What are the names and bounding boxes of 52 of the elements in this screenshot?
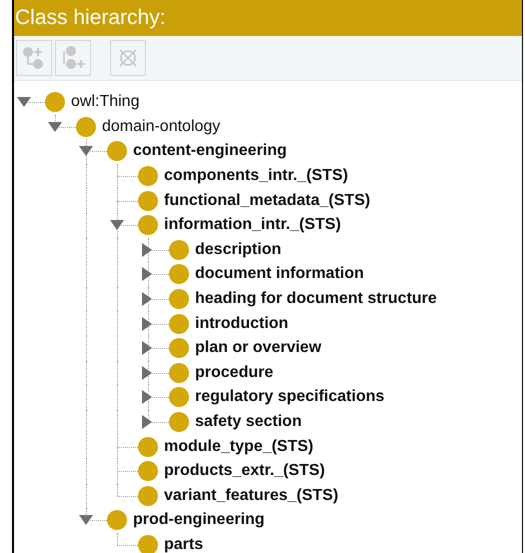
class-label[interactable]: module_type_(STS) — [164, 438, 314, 456]
class-icon — [76, 116, 96, 137]
collapse-toggle-icon[interactable] — [141, 292, 153, 306]
expand-toggle-icon[interactable] — [17, 96, 31, 108]
class-icon — [138, 190, 158, 211]
class-icon — [169, 387, 189, 408]
collapse-toggle-icon[interactable] — [141, 341, 153, 356]
expand-toggle-icon[interactable] — [110, 219, 124, 232]
class-label[interactable]: owl:Thing — [71, 93, 140, 112]
class-label[interactable]: products_extr._(STS) — [164, 462, 325, 480]
class-label[interactable]: introduction — [195, 314, 288, 333]
panel-title: Class hierarchy: — [15, 6, 166, 30]
class-icon — [138, 215, 158, 236]
class-label[interactable]: parts — [164, 536, 204, 553]
collapse-toggle-icon[interactable] — [141, 242, 153, 257]
class-label[interactable]: variant_features_(STS) — [164, 486, 338, 505]
class-icon — [169, 412, 189, 432]
class-label[interactable]: prod-engineering — [133, 511, 265, 530]
class-label[interactable]: domain-ontology — [102, 118, 220, 136]
collapse-toggle-icon[interactable] — [141, 415, 153, 430]
class-icon — [169, 338, 189, 358]
class-icon — [169, 314, 189, 334]
expand-toggle-icon[interactable] — [79, 145, 93, 158]
class-icon — [107, 141, 127, 162]
class-icon — [138, 534, 158, 553]
collapse-toggle-icon[interactable] — [141, 267, 153, 282]
class-icon — [138, 166, 158, 186]
class-icon — [138, 486, 158, 506]
collapse-toggle-icon[interactable] — [141, 366, 153, 380]
class-label[interactable]: plan or overview — [195, 339, 322, 358]
class-icon — [169, 264, 189, 284]
collapse-toggle-icon[interactable] — [141, 316, 153, 331]
class-icon — [107, 510, 127, 530]
class-icon — [45, 92, 65, 112]
class-label[interactable]: regulatory specifications — [195, 388, 384, 406]
class-label[interactable]: information_intr._(STS) — [164, 216, 341, 234]
class-label[interactable]: functional_metadata_(STS) — [164, 192, 370, 210]
expand-toggle-icon[interactable] — [79, 514, 93, 526]
class-label[interactable]: safety section — [195, 413, 302, 432]
class-label[interactable]: description — [195, 240, 282, 259]
class-label[interactable]: components_intr._(STS) — [164, 167, 348, 186]
class-icon — [169, 362, 189, 383]
class-label[interactable]: content-engineering — [133, 142, 287, 160]
class-label[interactable]: document information — [195, 265, 364, 284]
class-label[interactable]: heading for document structure — [195, 290, 437, 308]
class-icon — [169, 240, 189, 260]
class-label[interactable]: procedure — [195, 364, 274, 382]
class-icon — [138, 461, 158, 482]
expand-toggle-icon[interactable] — [48, 120, 62, 133]
collapse-toggle-icon[interactable] — [141, 390, 153, 404]
class-icon — [138, 436, 158, 457]
class-icon — [169, 289, 189, 310]
